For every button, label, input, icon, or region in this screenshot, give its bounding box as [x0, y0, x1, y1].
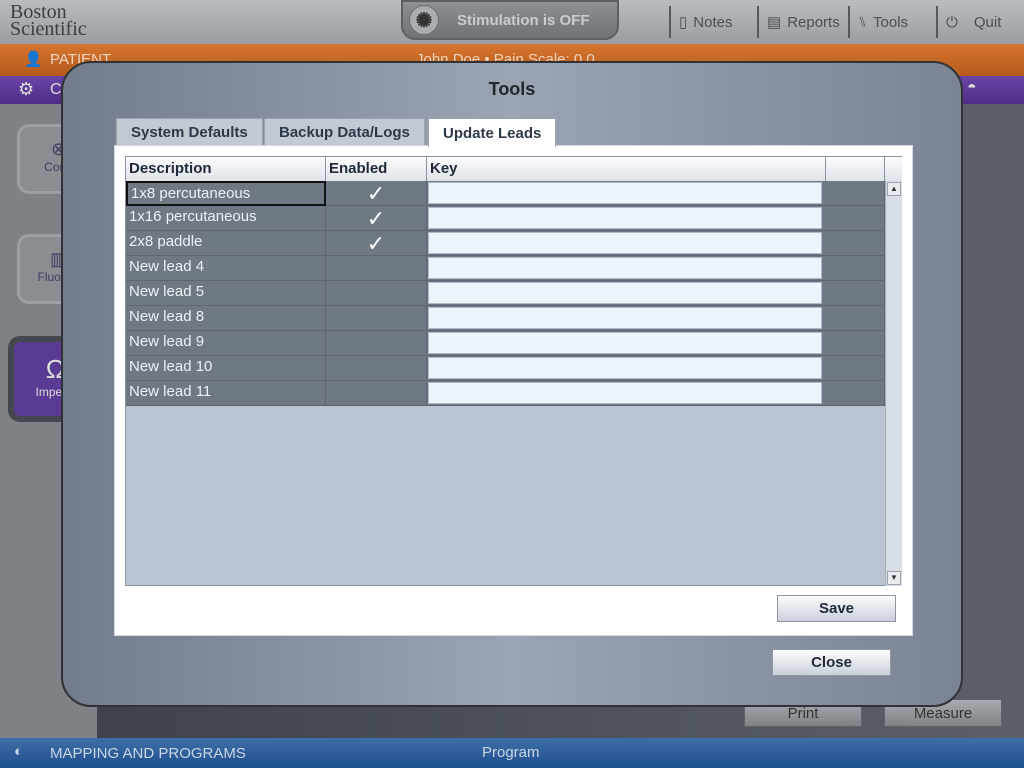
- tab-backup-data-logs[interactable]: Backup Data/Logs: [264, 118, 425, 146]
- section-label[interactable]: MAPPING AND PROGRAMS: [50, 745, 246, 762]
- enabled-cell[interactable]: [326, 381, 427, 406]
- reports-label: Reports: [787, 13, 840, 31]
- description-cell[interactable]: New lead 10: [126, 356, 326, 381]
- person-icon: 👤: [24, 51, 43, 68]
- stimulation-status: Stimulation is OFF: [457, 11, 590, 29]
- extra-cell: [826, 256, 885, 281]
- reports-icon: ▤: [767, 14, 782, 31]
- description-cell[interactable]: New lead 9: [126, 331, 326, 356]
- quit-label: Quit: [973, 13, 1002, 31]
- table-row[interactable]: New lead 10: [126, 356, 885, 381]
- tools-label: Tools: [873, 13, 909, 31]
- key-input[interactable]: [428, 307, 822, 329]
- key-input[interactable]: [428, 382, 822, 404]
- tools-dialog: Tools System Defaults Backup Data/Logs U…: [61, 61, 963, 707]
- header-filler: [885, 157, 902, 181]
- extra-cell: [826, 356, 885, 381]
- enabled-cell[interactable]: [326, 306, 427, 331]
- extra-cell: [826, 306, 885, 331]
- key-input[interactable]: [428, 232, 822, 254]
- extra-cell: [826, 206, 885, 231]
- battery-icon: ◓: [967, 79, 977, 96]
- key-input[interactable]: [428, 182, 822, 204]
- notes-button[interactable]: ▯ Notes: [669, 6, 732, 38]
- description-cell[interactable]: New lead 11: [126, 381, 326, 406]
- tab-panel: Description Enabled Key 1x8 percutaneous…: [114, 145, 913, 636]
- column-header-extra: [826, 157, 885, 181]
- reports-button[interactable]: ▤ Reports: [757, 6, 840, 38]
- enabled-cell[interactable]: ✓: [326, 231, 427, 256]
- enabled-cell[interactable]: [326, 256, 427, 281]
- scrollbar[interactable]: ▲ ▼: [885, 181, 902, 586]
- table-row[interactable]: New lead 8: [126, 306, 885, 331]
- table-row[interactable]: 1x8 percutaneous ✓: [126, 181, 885, 206]
- key-input[interactable]: [428, 282, 822, 304]
- tools-icon: ⑊: [858, 13, 868, 31]
- description-cell[interactable]: New lead 4: [126, 256, 326, 281]
- key-input[interactable]: [428, 357, 822, 379]
- key-input[interactable]: [428, 332, 822, 354]
- scroll-up-icon[interactable]: ▲: [887, 182, 901, 196]
- table-row[interactable]: 1x16 percutaneous ✓: [126, 206, 885, 231]
- leads-table: Description Enabled Key 1x8 percutaneous…: [125, 156, 902, 586]
- tab-system-defaults[interactable]: System Defaults: [116, 118, 263, 146]
- enabled-cell[interactable]: ✓: [326, 181, 427, 206]
- description-cell[interactable]: 2x8 paddle: [126, 231, 326, 256]
- quit-button[interactable]: ⏻ Quit: [936, 6, 1001, 38]
- stimulation-icon: ✺: [409, 5, 439, 35]
- tab-update-leads[interactable]: Update Leads: [428, 118, 557, 147]
- description-cell[interactable]: 1x16 percutaneous: [126, 206, 326, 231]
- enabled-cell[interactable]: [326, 356, 427, 381]
- extra-cell: [826, 231, 885, 256]
- key-input[interactable]: [428, 257, 822, 279]
- settings-icon: ⚙: [18, 79, 35, 99]
- top-bar: Boston Scientific ✺ Stimulation is OFF ▯ No…: [0, 0, 1024, 44]
- scroll-down-icon[interactable]: ▼: [887, 571, 901, 585]
- column-header-enabled[interactable]: Enabled: [326, 157, 427, 181]
- checkmark-icon: ✓: [366, 181, 386, 206]
- table-row[interactable]: New lead 9: [126, 331, 885, 356]
- column-header-key[interactable]: Key: [427, 157, 826, 181]
- extra-cell: [826, 281, 885, 306]
- program-label[interactable]: Program: [482, 744, 540, 761]
- enabled-cell[interactable]: [326, 331, 427, 356]
- mode-label: C: [50, 81, 62, 98]
- bottom-bar: ◐ MAPPING AND PROGRAMS Program: [0, 738, 1024, 768]
- tools-button[interactable]: ⑊ Tools: [848, 6, 908, 38]
- enabled-cell[interactable]: ✓: [326, 206, 427, 231]
- mapping-icon: ◐: [14, 743, 24, 760]
- checkmark-icon: ✓: [366, 206, 386, 231]
- extra-cell: [826, 331, 885, 356]
- dialog-title: Tools: [488, 79, 536, 99]
- notes-icon: ▯: [679, 14, 688, 31]
- notes-label: Notes: [693, 13, 733, 31]
- save-button[interactable]: Save: [777, 595, 896, 622]
- boston-scientific-logo: Boston Scientific: [10, 1, 87, 40]
- extra-cell: [826, 381, 885, 406]
- stimulation-toggle[interactable]: ✺ Stimulation is OFF: [401, 0, 619, 40]
- description-cell[interactable]: New lead 5: [126, 281, 326, 306]
- table-row[interactable]: New lead 11: [126, 381, 885, 406]
- extra-cell: [826, 181, 885, 206]
- close-button[interactable]: Close: [772, 649, 891, 676]
- key-input[interactable]: [428, 207, 822, 229]
- column-header-description[interactable]: Description: [126, 157, 326, 181]
- power-icon: ⏻: [946, 13, 958, 31]
- table-row[interactable]: New lead 5: [126, 281, 885, 306]
- description-cell[interactable]: New lead 8: [126, 306, 326, 331]
- table-row[interactable]: 2x8 paddle ✓: [126, 231, 885, 256]
- table-row[interactable]: New lead 4: [126, 256, 885, 281]
- enabled-cell[interactable]: [326, 281, 427, 306]
- description-cell[interactable]: 1x8 percutaneous: [126, 181, 326, 206]
- checkmark-icon: ✓: [366, 231, 386, 256]
